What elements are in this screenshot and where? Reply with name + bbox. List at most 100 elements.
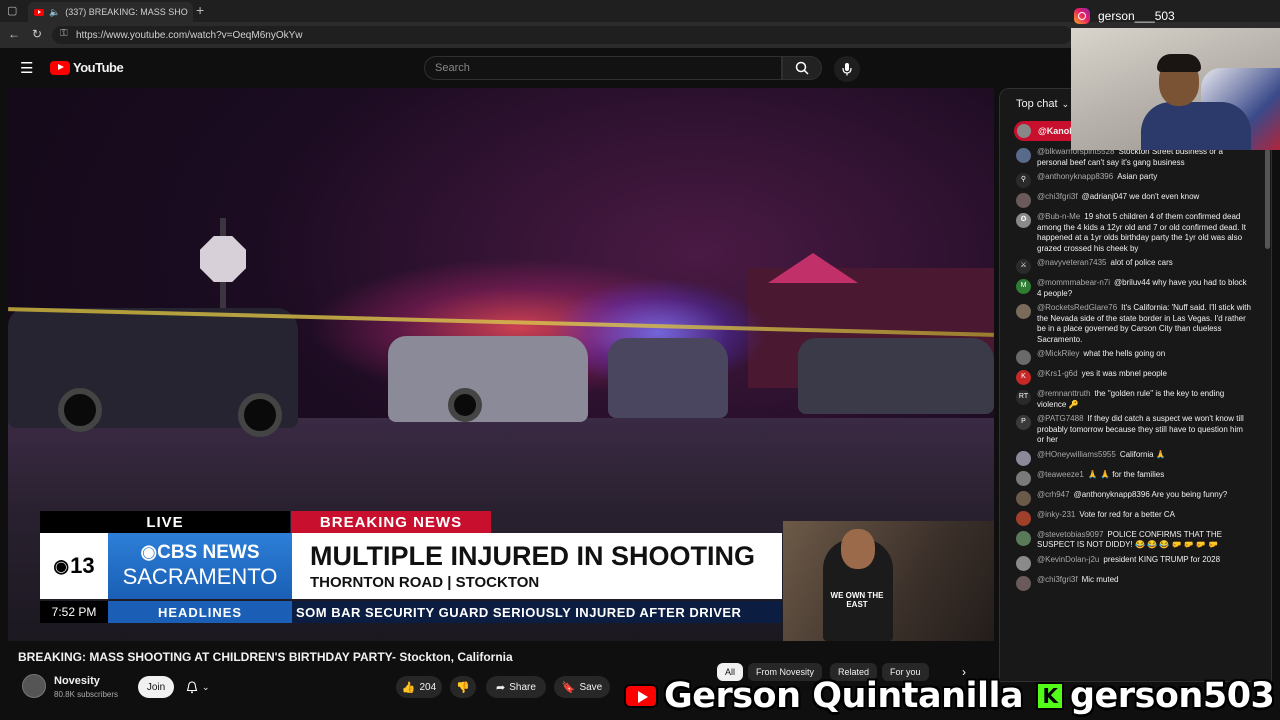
new-tab-icon[interactable]: + <box>196 2 204 18</box>
chat-text: @adrianj047 we don't even know <box>1081 192 1200 201</box>
chat-author[interactable]: @teaweeze1 <box>1037 470 1084 479</box>
chat-message-body: @Bub-n-Me 19 shot 5 children 4 of them co… <box>1037 212 1252 254</box>
chat-avatar[interactable] <box>1016 575 1031 591</box>
video-player[interactable]: LIVE BREAKING NEWS ◉ 13 ◉CBS NEWS SACRAME… <box>8 88 994 641</box>
share-button[interactable]: ➦ Share <box>486 676 546 698</box>
chat-author[interactable]: @stevetobias9097 <box>1037 530 1103 539</box>
thumbs-up-icon: 👍 <box>401 681 416 694</box>
hamburger-menu-icon[interactable]: ☰ <box>20 59 33 77</box>
chat-author[interactable]: @MickRiley <box>1037 349 1079 358</box>
chat-avatar[interactable] <box>1016 148 1031 163</box>
reload-icon[interactable]: ↻ <box>32 27 42 41</box>
chat-message[interactable]: @KevinDolan-j2u president KING TRUMP for … <box>1000 553 1262 573</box>
chat-author[interactable]: @inky-231 <box>1037 510 1075 519</box>
chat-message[interactable]: P @PATG7488 If they did catch a suspect we… <box>1000 412 1262 448</box>
chat-avatar[interactable]: ✪ <box>1016 213 1031 228</box>
chat-author[interactable]: @HOneywilliams5955 <box>1037 450 1116 459</box>
chat-message[interactable]: @inky-231 Vote for red for a better CA <box>1000 508 1262 528</box>
chat-avatar[interactable]: RT <box>1016 390 1031 405</box>
chat-message-list[interactable]: @blkwarriorspirit5528 Stockton Street bus… <box>1000 145 1262 675</box>
chat-message-body: @mommmabear-n7i @briluv44 why have you ha… <box>1037 278 1252 299</box>
car-wheel <box>448 388 482 422</box>
chat-message-body: @anthonyknapp8396 Asian party <box>1037 172 1252 188</box>
kick-overlay-name: gerson503 <box>1070 676 1275 716</box>
chat-message[interactable]: ⚲ @anthonyknapp8396 Asian party <box>1000 170 1262 190</box>
chat-author[interactable]: @Bub-n-Me <box>1037 212 1080 221</box>
back-arrow-icon[interactable]: ← <box>8 27 20 41</box>
youtube-logo[interactable]: YouTube <box>50 60 124 75</box>
chat-scrollbar[interactable] <box>1265 149 1270 249</box>
police-car-center <box>388 336 588 422</box>
chat-message[interactable]: @HOneywilliams5955 California 🙏 <box>1000 448 1262 468</box>
youtube-overlay-name: Gerson Quintanilla <box>664 676 1024 716</box>
chat-author[interactable]: @navyveteran7435 <box>1037 258 1107 267</box>
channel-name[interactable]: Novesity <box>54 675 100 687</box>
subscriber-count: 80.8K subscribers <box>54 690 119 699</box>
chat-message[interactable]: K @Krs1-g6d yes it was mbnel people <box>1000 367 1262 387</box>
cbs13-logo: ◉ 13 <box>40 533 108 599</box>
dislike-button[interactable]: 👎 <box>450 676 476 698</box>
chat-avatar[interactable]: P <box>1016 415 1031 430</box>
browser-tab[interactable]: 🔈 (337) BREAKING: MASS SHO × <box>28 2 193 22</box>
chat-avatar[interactable]: M <box>1016 279 1031 294</box>
chat-author[interactable]: @anthonyknapp8396 <box>1037 172 1113 181</box>
chat-author[interactable]: @chi3fgri3f <box>1037 575 1078 584</box>
chat-author[interactable]: @chi3fgri3f <box>1037 192 1078 201</box>
chat-avatar[interactable] <box>1016 304 1031 319</box>
chat-avatar[interactable]: K <box>1016 370 1031 385</box>
chat-avatar[interactable]: ⚔ <box>1016 259 1031 274</box>
chat-text: what the hells going on <box>1083 349 1166 358</box>
speaker-icon[interactable]: 🔈 <box>49 7 60 18</box>
chat-message[interactable]: @MickRiley what the hells going on <box>1000 347 1262 367</box>
channel-avatar[interactable] <box>22 674 46 698</box>
chat-text: @anthonyknapp8396 Are you being funny? <box>1073 489 1228 499</box>
chat-message-body: @stevetobias9097 POLICE CONFIRMS THAT THE… <box>1037 530 1252 551</box>
search-button[interactable] <box>782 56 822 80</box>
voice-search-button[interactable] <box>834 56 860 82</box>
chat-message[interactable]: ⚔ @navyveteran7435 alot of police cars <box>1000 256 1262 276</box>
chat-avatar[interactable] <box>1016 530 1031 546</box>
window-menu-icon[interactable]: ▢ <box>7 4 17 17</box>
chat-message-body: @chi3fgri3f Mic muted <box>1037 575 1252 591</box>
chat-avatar[interactable]: ⚲ <box>1016 173 1031 188</box>
chat-message-body: @chi3fgri3f @adrianj047 we don't even kno… <box>1037 192 1252 208</box>
site-info-icon[interactable]: ⚿ <box>60 28 68 39</box>
chat-avatar[interactable] <box>1016 450 1031 466</box>
chat-message[interactable]: @stevetobias9097 POLICE CONFIRMS THAT THE… <box>1000 528 1262 553</box>
chat-message[interactable]: @chi3fgri3f @adrianj047 we don't even kno… <box>1000 190 1262 210</box>
chat-message[interactable]: @chi3fgri3f Mic muted <box>1000 573 1262 593</box>
save-button[interactable]: 🔖 Save <box>554 676 610 698</box>
chat-message[interactable]: @teaweeze1 🙏 🙏 for the families <box>1000 468 1262 488</box>
chat-avatar[interactable] <box>1016 555 1031 571</box>
kick-overlay-icon: K <box>1036 682 1064 710</box>
search-icon <box>795 61 809 75</box>
chat-author[interactable]: @mommmabear-n7i <box>1037 278 1110 287</box>
chat-avatar[interactable] <box>1016 510 1031 526</box>
chat-text: Asian party <box>1117 172 1158 181</box>
instagram-handle-text: gerson___503 <box>1098 9 1175 23</box>
chyron-headline: MULTIPLE INJURED IN SHOOTING <box>310 541 756 571</box>
chat-author[interactable]: @Krs1-g6d <box>1037 369 1078 378</box>
chat-author[interactable]: @RocketsRedGlare76 <box>1037 303 1117 312</box>
chat-avatar[interactable] <box>1016 193 1031 208</box>
chevron-down-icon: ⌄ <box>202 681 210 692</box>
chat-author[interactable]: @KevinDolan-j2u <box>1037 555 1099 564</box>
notification-bell-button[interactable]: ⌄ <box>186 678 218 696</box>
chat-message[interactable]: ✪ @Bub-n-Me 19 shot 5 children 4 of them c… <box>1000 210 1262 256</box>
chat-author[interactable]: @remnanttruth <box>1037 389 1090 398</box>
chat-avatar[interactable] <box>1016 350 1031 365</box>
chat-avatar[interactable] <box>1016 470 1031 486</box>
chat-author[interactable]: @crh947 <box>1037 490 1070 499</box>
chat-message[interactable]: @RocketsRedGlare76 It's California: 'Nuff… <box>1000 301 1262 347</box>
instagram-handle: gerson___503 <box>1074 8 1175 24</box>
youtube-favicon-icon <box>34 8 44 16</box>
join-button[interactable]: Join <box>138 676 174 698</box>
chat-message[interactable]: RT @remnanttruth the "golden rule" is the … <box>1000 387 1262 412</box>
chat-author[interactable]: @PATG7488 <box>1037 414 1084 423</box>
chat-message[interactable]: @crh947 @anthonyknapp8396 Are you being f… <box>1000 488 1262 508</box>
chat-message[interactable]: M @mommmabear-n7i @briluv44 why have you h… <box>1000 276 1262 301</box>
url-field[interactable]: ⚿ https://www.youtube.com/watch?v=OeqM6n… <box>52 26 1072 44</box>
like-button[interactable]: 👍 204 <box>396 676 442 698</box>
chat-avatar[interactable] <box>1016 490 1031 506</box>
search-input[interactable]: Search <box>424 56 782 80</box>
